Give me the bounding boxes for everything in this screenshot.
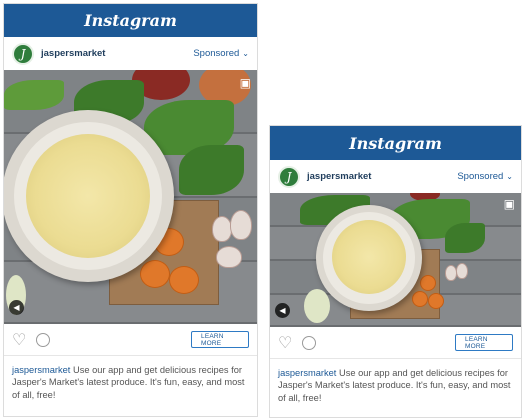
instagram-header: Instagram (270, 126, 521, 160)
learn-more-button[interactable]: LEARN MORE (191, 331, 249, 348)
caption-username[interactable]: jaspersmarket (12, 365, 70, 375)
comment-icon[interactable] (302, 335, 317, 350)
carrot-slice (169, 266, 199, 294)
video-camera-icon: ▣ (239, 76, 251, 90)
username[interactable]: jaspersmarket (41, 48, 105, 59)
garlic (212, 216, 232, 242)
caption: jaspersmarket Use our app and get delici… (270, 359, 521, 404)
post-image[interactable]: ▣ ◀ (270, 193, 521, 327)
action-row: ♡ LEARN MORE (270, 327, 521, 359)
post-image[interactable]: ▣ ◀ (4, 70, 257, 324)
sound-off-icon[interactable]: ◀ (9, 300, 24, 315)
avatar-letter: J (286, 169, 292, 184)
ad-preview-large: Instagram J jaspersmarket Sponsored ⌄ ▣ … (3, 3, 258, 417)
video-camera-icon: ▣ (503, 197, 515, 211)
sponsored-dropdown[interactable]: Sponsored ⌄ (193, 48, 249, 59)
post-profile-row: J jaspersmarket Sponsored ⌄ (4, 37, 257, 70)
action-row: ♡ LEARN MORE (4, 324, 257, 356)
green-onion (4, 80, 64, 110)
garlic (216, 246, 242, 268)
avatar[interactable]: J (12, 42, 34, 65)
chevron-down-icon: ⌄ (506, 172, 513, 181)
sponsored-dropdown[interactable]: Sponsored ⌄ (457, 171, 513, 182)
carrot-slice (412, 291, 428, 307)
chevron-down-icon: ⌄ (242, 49, 249, 58)
avatar-letter: J (20, 46, 26, 61)
carrot-slice (428, 293, 444, 309)
sponsored-label: Sponsored (193, 48, 240, 59)
heart-icon[interactable]: ♡ (12, 330, 26, 350)
username[interactable]: jaspersmarket (307, 171, 371, 182)
profile-info[interactable]: J jaspersmarket (12, 42, 105, 65)
post-actions: ♡ (278, 333, 317, 353)
caption-username[interactable]: jaspersmarket (278, 368, 336, 378)
garlic (230, 210, 252, 240)
parsley (445, 223, 485, 253)
caption: jaspersmarket Use our app and get delici… (4, 356, 257, 401)
sound-off-icon[interactable]: ◀ (275, 303, 290, 318)
post-profile-row: J jaspersmarket Sponsored ⌄ (270, 160, 521, 193)
leek (304, 289, 330, 323)
instagram-header: Instagram (4, 4, 257, 37)
sponsored-label: Sponsored (457, 171, 504, 182)
avatar[interactable]: J (278, 165, 300, 188)
learn-more-button[interactable]: LEARN MORE (455, 334, 513, 351)
garlic (456, 263, 468, 279)
instagram-logo: Instagram (84, 11, 177, 30)
pasta (332, 220, 406, 294)
profile-info[interactable]: J jaspersmarket (278, 165, 371, 188)
post-actions: ♡ (12, 330, 51, 350)
ad-preview-small: Instagram J jaspersmarket Sponsored ⌄ ▣ … (269, 125, 522, 418)
carrot-slice (140, 260, 170, 288)
parsley (179, 145, 244, 195)
carrot-slice (420, 275, 436, 291)
comment-icon[interactable] (36, 332, 51, 347)
pasta (26, 134, 150, 258)
instagram-logo: Instagram (349, 133, 442, 153)
heart-icon[interactable]: ♡ (278, 333, 292, 353)
